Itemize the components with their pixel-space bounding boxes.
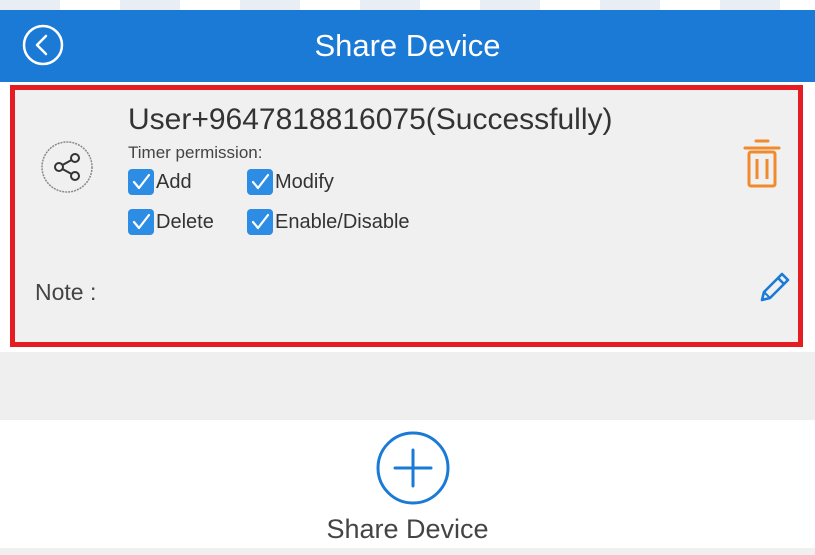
checkbox-checked-icon: [128, 169, 154, 195]
permission-label: Delete: [156, 211, 214, 233]
add-share-button[interactable]: [375, 430, 451, 506]
permission-modify[interactable]: Modify: [247, 168, 334, 196]
bottom-divider: [0, 548, 815, 555]
note-label: Note :: [35, 279, 97, 305]
share-device-screen: Share Device User+9647818816075(Successf…: [0, 0, 815, 555]
checkbox-checked-icon: [128, 209, 154, 235]
checkbox-checked-icon: [247, 209, 273, 235]
timer-permission-label: Timer permission:: [128, 143, 263, 162]
pencil-icon: [760, 272, 790, 302]
edit-note-button[interactable]: [754, 268, 794, 308]
permission-enable-disable[interactable]: Enable/Disable: [247, 208, 410, 236]
permission-delete[interactable]: Delete: [128, 208, 214, 236]
section-divider: [0, 352, 815, 420]
add-share-label[interactable]: Share Device: [0, 513, 815, 545]
permission-label: Enable/Disable: [275, 211, 410, 233]
app-header: Share Device: [0, 10, 815, 82]
share-icon: [40, 140, 94, 194]
trash-icon: [743, 139, 781, 188]
checkbox-checked-icon: [247, 169, 273, 195]
status-bar-strip: [0, 0, 815, 10]
page-title: Share Device: [314, 28, 501, 63]
permission-label: Modify: [275, 171, 334, 193]
permission-add[interactable]: Add: [128, 168, 192, 196]
delete-button[interactable]: [742, 138, 782, 190]
permission-label: Add: [156, 171, 192, 193]
shared-user-name: User+9647818816075(Successfully): [128, 103, 613, 136]
shared-user-card: User+9647818816075(Successfully) Timer p…: [10, 85, 803, 347]
plus-circle-icon: [376, 431, 450, 505]
